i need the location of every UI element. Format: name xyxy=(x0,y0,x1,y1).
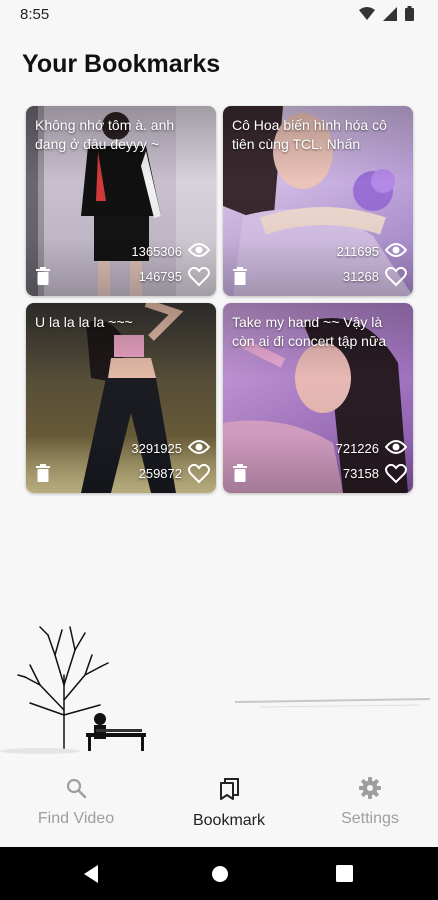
nav-label: Bookmark xyxy=(192,812,266,829)
video-caption: Không nhớ tôm à. anh đang ở đâu đeyyy ~ xyxy=(35,117,175,152)
heart-icon[interactable] xyxy=(385,267,407,287)
video-caption: Cô Hoa biến hình hóa cô tiên cùng TCL. N… xyxy=(232,117,387,152)
status-icons xyxy=(359,6,414,21)
heart-icon[interactable] xyxy=(188,464,210,484)
trash-icon[interactable] xyxy=(36,464,50,482)
video-caption: U la la la la ~~~ xyxy=(35,314,133,330)
nav-label: Find Video xyxy=(37,810,115,827)
wifi-icon xyxy=(359,6,375,20)
status-bar: 8:55 xyxy=(0,0,438,30)
recents-icon[interactable] xyxy=(336,865,353,882)
heart-icon[interactable] xyxy=(188,267,210,287)
like-count: 31268 xyxy=(342,269,379,284)
view-count: 3291925 xyxy=(131,441,182,456)
home-icon[interactable] xyxy=(211,865,229,883)
tree-bench-illustration xyxy=(0,626,431,754)
back-icon[interactable] xyxy=(82,864,100,884)
view-count: 721226 xyxy=(335,441,379,456)
bookmark-icon xyxy=(220,778,239,800)
page-title: Your Bookmarks xyxy=(22,50,221,78)
trash-icon[interactable] xyxy=(233,464,247,482)
nav-item-settings[interactable]: Settings xyxy=(297,777,438,828)
view-count: 211695 xyxy=(336,244,379,259)
system-navigation-bar xyxy=(0,847,438,900)
bookmarks-grid: Không nhớ tôm à. anh đang ở đâu đeyyy ~ … xyxy=(26,106,414,494)
view-count: 1365306 xyxy=(131,244,182,259)
eye-icon xyxy=(188,440,210,454)
trash-icon[interactable] xyxy=(233,267,247,285)
like-count: 259872 xyxy=(138,466,182,481)
video-caption: Take my hand ~~ Vậy là còn ai đi concert… xyxy=(232,314,387,349)
bottom-navigation: Find Video Bookmark Settings xyxy=(0,765,438,847)
battery-icon xyxy=(405,6,414,21)
trash-icon[interactable] xyxy=(36,267,50,285)
search-icon xyxy=(66,778,87,799)
like-count: 146795 xyxy=(138,269,182,284)
bookmark-card[interactable]: Không nhớ tôm à. anh đang ở đâu đeyyy ~ … xyxy=(26,106,216,296)
nav-item-find-video[interactable]: Find Video xyxy=(3,777,149,828)
eye-icon xyxy=(188,243,210,257)
like-count: 73158 xyxy=(342,466,379,481)
heart-icon[interactable] xyxy=(385,464,407,484)
bookmark-card[interactable]: Take my hand ~~ Vậy là còn ai đi concert… xyxy=(223,303,413,493)
nav-item-bookmark[interactable]: Bookmark xyxy=(156,777,302,830)
signal-icon xyxy=(383,6,397,21)
gear-icon xyxy=(359,777,381,799)
bookmark-card[interactable]: Cô Hoa biến hình hóa cô tiên cùng TCL. N… xyxy=(223,106,413,296)
eye-icon xyxy=(385,440,407,454)
nav-label: Settings xyxy=(341,810,399,827)
eye-icon xyxy=(385,243,407,257)
bookmark-card[interactable]: U la la la la ~~~ 3291925 259872 xyxy=(26,303,216,493)
status-time: 8:55 xyxy=(20,6,50,23)
